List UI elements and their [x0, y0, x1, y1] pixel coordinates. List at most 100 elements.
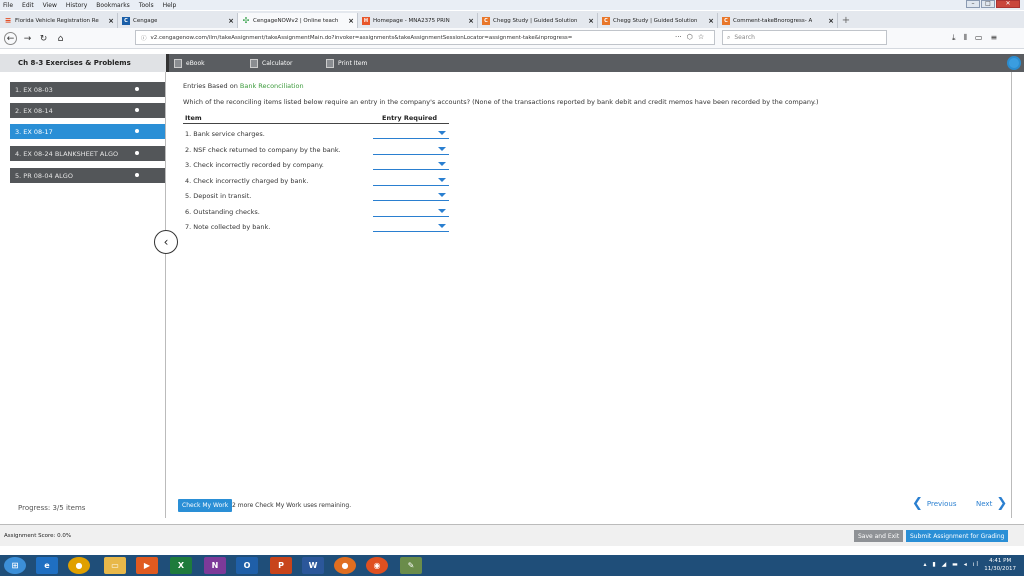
- close-window-icon[interactable]: ✕: [996, 0, 1020, 8]
- check-my-work-button[interactable]: Check My Work: [178, 499, 233, 512]
- menu-edit[interactable]: Edit: [22, 2, 34, 9]
- tab-bar: ≡ Florida Vehicle Registration Re × C Ce…: [0, 11, 1024, 28]
- table-row: 1. Bank service charges.: [183, 127, 449, 141]
- minimize-icon[interactable]: –: [966, 0, 980, 8]
- table-row: 6. Outstanding checks.: [183, 205, 449, 219]
- system-tray-icons[interactable]: ▴ ▮ ◢ ▬ ◂ ıl: [924, 561, 980, 568]
- menu-history[interactable]: History: [66, 2, 87, 9]
- chevron-down-icon: [438, 147, 446, 151]
- url-text: v2.cengagenow.com/ilrn/takeAssignment/ta…: [150, 34, 573, 41]
- close-tab-icon[interactable]: ×: [108, 17, 114, 25]
- sidebar-item-ex-08-03[interactable]: 1. EX 08-03: [10, 82, 165, 97]
- forward-icon[interactable]: →: [21, 32, 34, 45]
- entry-required-select[interactable]: [373, 220, 449, 232]
- page-actions-icon[interactable]: ···: [675, 33, 682, 41]
- back-icon[interactable]: ←: [4, 32, 17, 45]
- pocket-icon[interactable]: ⬡: [687, 33, 693, 41]
- browser-tab-active[interactable]: ✣ CengageNOWv2 | Online teach ×: [238, 13, 358, 28]
- save-and-exit-button[interactable]: Save and Exit: [854, 530, 904, 542]
- hamburger-menu-icon[interactable]: ≡: [990, 33, 997, 43]
- calculator-button[interactable]: Calculator: [250, 58, 292, 69]
- media-player-icon[interactable]: ▶: [136, 557, 158, 574]
- sidebar-item-pr-08-04[interactable]: 5. PR 08-04 ALGO: [10, 168, 165, 183]
- menu-view[interactable]: View: [43, 2, 57, 9]
- print-icon: [326, 59, 334, 68]
- close-tab-icon[interactable]: ×: [348, 17, 354, 25]
- menu-tools[interactable]: Tools: [139, 2, 154, 9]
- home-icon[interactable]: ⌂: [54, 32, 67, 45]
- previous-button[interactable]: ❮ Previous: [912, 496, 957, 511]
- assignment-sidebar: 1. EX 08-03 2. EX 08-14 3. EX 08-17 4. E…: [0, 72, 166, 518]
- close-tab-icon[interactable]: ×: [228, 17, 234, 25]
- topic-link[interactable]: Bank Reconciliation: [240, 82, 304, 90]
- window-controls: – □ ✕: [965, 0, 1020, 8]
- chevron-left-icon: ❮: [912, 496, 923, 511]
- menu-help[interactable]: Help: [163, 2, 177, 9]
- entry-required-select[interactable]: [373, 205, 449, 217]
- question-panel: Entries Based on Bank Reconciliation Whi…: [170, 72, 1012, 518]
- internet-explorer-icon[interactable]: e: [36, 557, 58, 574]
- downloads-icon[interactable]: ⤓: [952, 33, 956, 43]
- word-icon[interactable]: W: [302, 557, 324, 574]
- chevron-down-icon: [438, 162, 446, 166]
- file-explorer-icon[interactable]: ▭: [104, 557, 126, 574]
- table-row: 4. Check incorrectly charged by bank.: [183, 174, 449, 188]
- bookmark-star-icon[interactable]: ☆: [698, 33, 704, 41]
- sidebar-item-ex-08-24[interactable]: 4. EX 08-24 BLANKSHEET ALGO: [10, 146, 165, 161]
- close-tab-icon[interactable]: ×: [468, 17, 474, 25]
- close-tab-icon[interactable]: ×: [828, 17, 834, 25]
- close-tab-icon[interactable]: ×: [708, 17, 714, 25]
- library-icon[interactable]: ⫴: [964, 33, 967, 43]
- firefox-icon[interactable]: ◉: [366, 557, 388, 574]
- chevron-down-icon: [438, 209, 446, 213]
- browser-tab[interactable]: C Chegg Study | Guided Solution ×: [598, 13, 718, 28]
- maximize-icon[interactable]: □: [981, 0, 995, 8]
- entry-required-select[interactable]: [373, 174, 449, 186]
- entry-required-select[interactable]: [373, 158, 449, 170]
- print-item-button[interactable]: Print Item: [326, 58, 367, 69]
- powerpoint-icon[interactable]: P: [270, 557, 292, 574]
- taskbar-clock[interactable]: 4:41 PM 11/30/2017: [984, 557, 1016, 573]
- browser-tab[interactable]: C Chegg Study | Guided Solution ×: [478, 13, 598, 28]
- collapse-sidebar-chevron-icon[interactable]: ‹: [154, 230, 178, 254]
- close-tab-icon[interactable]: ×: [588, 17, 594, 25]
- browser-tab[interactable]: ≡ Florida Vehicle Registration Re ×: [0, 13, 118, 28]
- site-info-icon[interactable]: ⓘ: [141, 34, 147, 42]
- start-button-icon[interactable]: ⊞: [4, 557, 26, 574]
- tab-favicon-icon: C: [722, 16, 730, 25]
- submit-assignment-button[interactable]: Submit Assignment for Grading: [906, 530, 1009, 542]
- menu-bookmarks[interactable]: Bookmarks: [96, 2, 130, 9]
- help-icon[interactable]: [1007, 56, 1021, 70]
- entry-required-select[interactable]: [373, 189, 449, 201]
- excel-icon[interactable]: X: [170, 557, 192, 574]
- menu-file[interactable]: File: [3, 2, 13, 9]
- chevron-down-icon: [438, 193, 446, 197]
- browser-tab[interactable]: C Cengage ×: [118, 13, 238, 28]
- ebook-button[interactable]: eBook: [174, 58, 205, 69]
- next-button[interactable]: Next ❯: [976, 496, 1007, 511]
- new-tab-icon[interactable]: +: [838, 13, 854, 28]
- reload-icon[interactable]: ↻: [37, 32, 50, 45]
- chrome-icon[interactable]: ●: [68, 557, 90, 574]
- onenote-icon[interactable]: N: [204, 557, 226, 574]
- paint-icon[interactable]: ✎: [400, 557, 422, 574]
- sidebar-item-ex-08-17[interactable]: 3. EX 08-17: [10, 124, 165, 139]
- browser-tab[interactable]: C Comment-takeBnorogress- A ×: [718, 13, 838, 28]
- sidebar-item-ex-08-14[interactable]: 2. EX 08-14: [10, 103, 165, 118]
- entry-required-select[interactable]: [373, 143, 449, 155]
- status-dot-icon: [135, 129, 139, 133]
- outlook-icon[interactable]: O: [236, 557, 258, 574]
- app-icon[interactable]: ●: [334, 557, 356, 574]
- search-input[interactable]: ⌕ Search: [722, 30, 887, 45]
- column-header-item: Item: [185, 114, 202, 122]
- url-bar[interactable]: ⓘ v2.cengagenow.com/ilrn/takeAssignment/…: [135, 30, 715, 45]
- assignment-footer: Assignment Score: 0.0% Save and Exit Sub…: [0, 524, 1024, 546]
- sidebar-icon[interactable]: ▭: [975, 33, 983, 43]
- search-icon: ⌕: [727, 33, 731, 41]
- entry-required-select[interactable]: [373, 127, 449, 139]
- status-dot-icon: [135, 173, 139, 177]
- chevron-down-icon: [438, 224, 446, 228]
- chevron-right-icon: ❯: [996, 496, 1008, 511]
- browser-tab[interactable]: H Homepage - MNA2375 PRIN ×: [358, 13, 478, 28]
- chevron-down-icon: [438, 178, 446, 182]
